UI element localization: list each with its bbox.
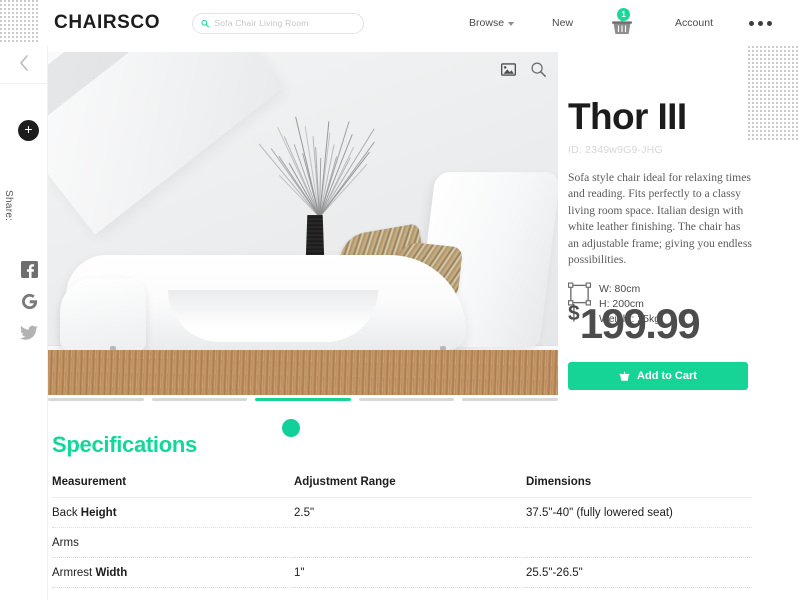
table-row: Armrest Width 1" 25.5"-26.5": [52, 557, 752, 588]
facebook-icon: [20, 260, 38, 278]
product-photo: [48, 52, 558, 395]
price-amount: 199.99: [579, 300, 701, 347]
add-to-cart-label: Add to Cart: [637, 370, 697, 382]
chevron-down-icon: [508, 22, 515, 26]
nav-item-account[interactable]: Account: [675, 17, 713, 29]
search-icon: [201, 19, 210, 27]
carousel-slide-indicator-active[interactable]: [255, 398, 351, 401]
primary-nav: Browse New 1 Account: [469, 8, 772, 36]
specifications-table: Measurement Adjustment Range Dimensions …: [52, 476, 752, 588]
page-title: Thor III: [568, 96, 687, 137]
cell-range: 1": [294, 557, 526, 588]
specifications-title: Specifications: [52, 432, 197, 457]
carousel-slide-indicator[interactable]: [151, 398, 248, 401]
left-sidebar: + Share:: [0, 42, 48, 600]
nav-new-label: New: [552, 17, 574, 29]
column-header-dimensions: Dimensions: [526, 476, 752, 498]
nav-account-label: Account: [675, 17, 713, 29]
carousel-slide-indicator[interactable]: [358, 398, 455, 401]
product-info: Thor III ID: 2349w9G9-JHG Sofa style cha…: [568, 98, 764, 326]
table-row: Back Height 2.5" 37.5"-40" (fully lowere…: [52, 497, 752, 528]
site-header: CHAIRSCO Browse New 1: [40, 0, 800, 46]
basket-icon: [619, 371, 630, 381]
google-icon: [21, 293, 37, 309]
product-page: CHAIRSCO Browse New 1: [0, 0, 800, 600]
chevron-left-icon: [19, 54, 28, 71]
more-dot: [767, 20, 772, 26]
cell-dimensions: [526, 527, 752, 558]
image-gallery-icon[interactable]: [501, 63, 516, 76]
share-google-button[interactable]: [18, 290, 40, 312]
search-field[interactable]: [192, 12, 365, 34]
photo-chaise-curve: [168, 289, 378, 342]
product-image-gallery[interactable]: [48, 52, 558, 395]
more-horizontal-icon[interactable]: [749, 20, 772, 26]
measurement-prefix: Arms: [52, 537, 79, 549]
twitter-icon: [20, 325, 38, 340]
cell-dimensions: 25.5"-26.5": [526, 557, 752, 588]
cell-range: 2.5": [294, 497, 526, 528]
add-to-cart-button[interactable]: Add to Cart: [568, 362, 748, 390]
magnifier-zoom-icon[interactable]: [531, 62, 546, 77]
cell-measurement: Back Height: [52, 497, 294, 528]
carousel-slide-indicator[interactable]: [462, 398, 558, 401]
dimension-width: W: 80cm: [599, 282, 641, 295]
more-dot: [758, 20, 763, 26]
nav-item-new[interactable]: New: [552, 17, 573, 29]
nav-item-browse[interactable]: Browse: [469, 17, 515, 29]
table-row: Arms: [52, 527, 752, 558]
cell-measurement: Armrest Width: [52, 557, 294, 588]
photo-chaise-headrest: [60, 278, 146, 353]
nav-browse-label: Browse: [469, 17, 505, 29]
gallery-tools: [501, 62, 546, 77]
decorative-dot-pattern-top-left: [0, 0, 40, 42]
cell-dimensions: 37.5"-40" (fully lowered seat): [526, 497, 752, 528]
column-header-adjustment-range: Adjustment Range: [294, 476, 526, 498]
cell-measurement: Arms: [52, 527, 294, 558]
back-button[interactable]: [0, 42, 47, 84]
column-header-measurement: Measurement: [52, 476, 294, 498]
measurement-bold: Height: [80, 507, 117, 519]
share-facebook-button[interactable]: [18, 258, 40, 280]
measurement-prefix: Back: [52, 507, 81, 519]
table-header-row: Measurement Adjustment Range Dimensions: [52, 476, 752, 498]
price-currency: $: [568, 302, 580, 325]
share-label: Share:: [3, 190, 14, 222]
measurement-prefix: Armrest: [52, 567, 96, 579]
cart-button[interactable]: 1: [611, 8, 633, 36]
more-dot: [749, 20, 754, 26]
specifications-section: Specifications Measurement Adjustment Ra…: [52, 432, 752, 588]
carousel-progress: [48, 398, 558, 401]
cart-badge: 1: [617, 8, 631, 21]
share-twitter-button[interactable]: [18, 322, 40, 344]
product-price: $199.99: [568, 300, 701, 348]
photo-shag-rug: [48, 350, 558, 395]
product-description: Sofa style chair ideal for relaxing time…: [568, 171, 752, 267]
carousel-slide-indicator[interactable]: [48, 398, 144, 401]
product-id: ID: 2349w9G9-JHG: [568, 144, 663, 156]
search-input[interactable]: [214, 18, 356, 28]
photo-dried-grass: [258, 111, 375, 217]
brand-logo[interactable]: CHAIRSCO: [54, 12, 160, 34]
cell-range: [294, 527, 526, 558]
measurement-bold: Width: [95, 567, 128, 579]
add-button[interactable]: +: [18, 120, 39, 141]
